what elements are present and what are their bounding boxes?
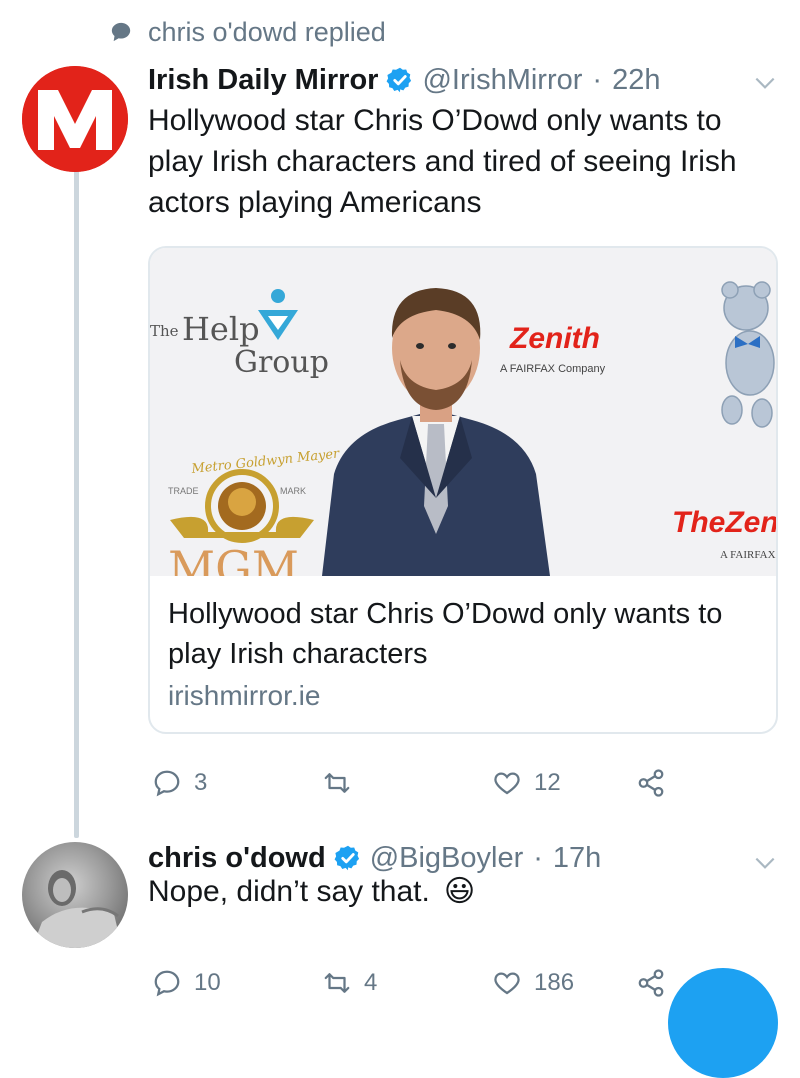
like-count: 186 [534,969,575,996]
card-title: Hollywood star Chris O’Dowd only wants t… [168,598,723,670]
share-icon [638,969,664,997]
tweet2-text: Nope, didn’t say that. [148,874,430,908]
fairfax2-text: A FAIRFAX [720,549,776,561]
heart-icon [494,972,520,995]
reply-icon [154,770,180,797]
tweet1-text: Hollywood star Chris O’Dowd only wants t… [148,104,737,219]
tweet1-handle[interactable]: @IrishMirror [422,64,582,97]
reply-count: 3 [194,769,208,796]
retweet-count: 4 [364,969,378,996]
tweet2-display-name[interactable]: chris o'dowd [148,842,326,875]
mark-text: MARK [280,486,306,496]
help-help-text: Help [182,310,260,348]
share-icon [638,769,664,797]
like-action[interactable]: 186 [492,968,574,998]
chevron-down-icon[interactable] [752,850,778,876]
trade-text: TRADE [168,486,199,496]
tweet1-separator: · [592,63,603,96]
mgm-text: MGM [168,541,299,576]
help-group-text: Group [234,345,329,380]
verified-badge-icon [387,67,412,93]
share-action[interactable] [636,768,666,798]
compose-tweet-button[interactable] [668,968,778,1078]
card-photo: The Help Group Zenith A FAIRFAX Company … [150,248,776,576]
tweet2-handle[interactable]: @BigBoyler [370,842,524,875]
card-image: The Help Group Zenith A FAIRFAX Company … [150,248,776,576]
zenith-text: Zenith [509,322,600,355]
tweet1-display-name[interactable]: Irish Daily Mirror [148,64,378,97]
heart-icon [494,772,520,795]
link-card[interactable]: The Help Group Zenith A FAIRFAX Company … [148,246,778,734]
tweet2-text-row: Nope, didn’t say that. 😃 [148,874,475,909]
reply-count: 10 [194,969,221,996]
like-count: 12 [534,769,561,796]
retweet-action[interactable]: 4 [322,968,377,998]
retweet-action[interactable] [322,768,364,798]
reply-context: chris o'dowd replied [110,12,386,52]
like-action[interactable]: 12 [492,768,561,798]
thezen-text: TheZen [672,506,776,539]
chris-odowd-avatar[interactable] [22,842,128,948]
thread-line [74,132,79,838]
avatar-photo [32,870,122,948]
mirror-logo-icon [22,66,128,172]
help-the-text: The [150,322,179,340]
irish-mirror-avatar[interactable] [22,66,128,172]
share-action[interactable] [636,968,666,998]
reply-context-text: chris o'dowd replied [148,16,386,47]
chevron-down-icon[interactable] [752,70,778,96]
tweet2-timestamp[interactable]: 17h [553,842,601,875]
tweet1-timestamp[interactable]: 22h [612,64,660,97]
tweet2-separator: · [533,841,543,874]
card-domain: irishmirror.ie [168,680,321,711]
tweet1-header: Irish Daily Mirror @IrishMirror · 22h [148,58,770,102]
reply-action[interactable]: 3 [152,768,207,798]
retweet-icon [324,773,350,793]
smiley-emoji-icon: 😃 [443,875,476,908]
retweet-icon [324,973,350,993]
verified-badge-icon [334,845,359,871]
fairfax1-text: A FAIRFAX Company [500,363,606,375]
speech-bubble-icon [111,22,131,42]
reply-action[interactable]: 10 [152,968,221,998]
reply-icon [154,970,180,997]
